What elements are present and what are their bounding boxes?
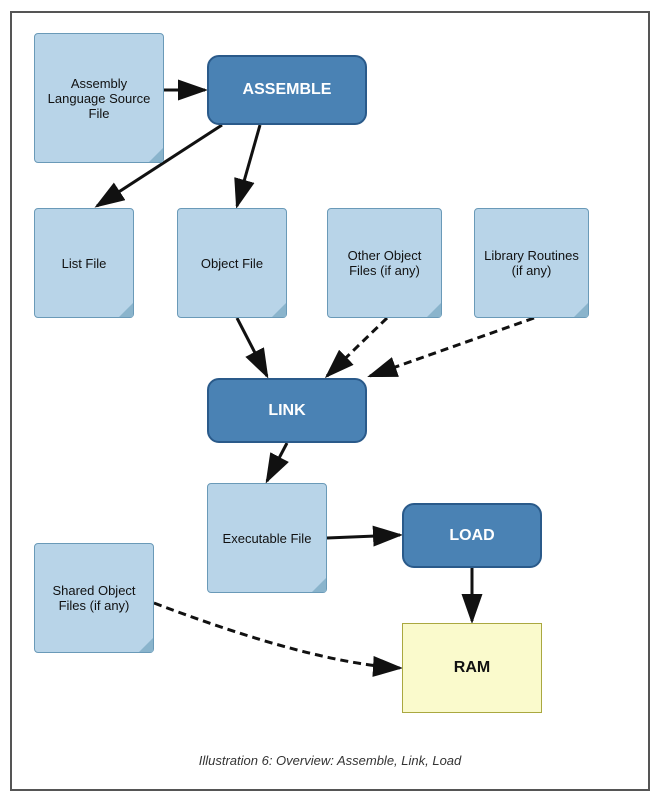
other-object-files-node: Other Object Files (if any) bbox=[327, 208, 442, 318]
list-file-node: List File bbox=[34, 208, 134, 318]
link-process-node: LINK bbox=[207, 378, 367, 443]
library-routines-node: Library Routines (if any) bbox=[474, 208, 589, 318]
executable-file-node: Executable File bbox=[207, 483, 327, 593]
ram-node: RAM bbox=[402, 623, 542, 713]
assemble-process-node: ASSEMBLE bbox=[207, 55, 367, 125]
diagram-container: Assembly Language Source File ASSEMBLE L… bbox=[10, 11, 650, 791]
load-process-node: LOAD bbox=[402, 503, 542, 568]
assembly-source-file-node: Assembly Language Source File bbox=[34, 33, 164, 163]
object-file-node: Object File bbox=[177, 208, 287, 318]
diagram-caption: Illustration 6: Overview: Assemble, Link… bbox=[32, 753, 628, 768]
shared-object-files-node: Shared Object Files (if any) bbox=[34, 543, 154, 653]
